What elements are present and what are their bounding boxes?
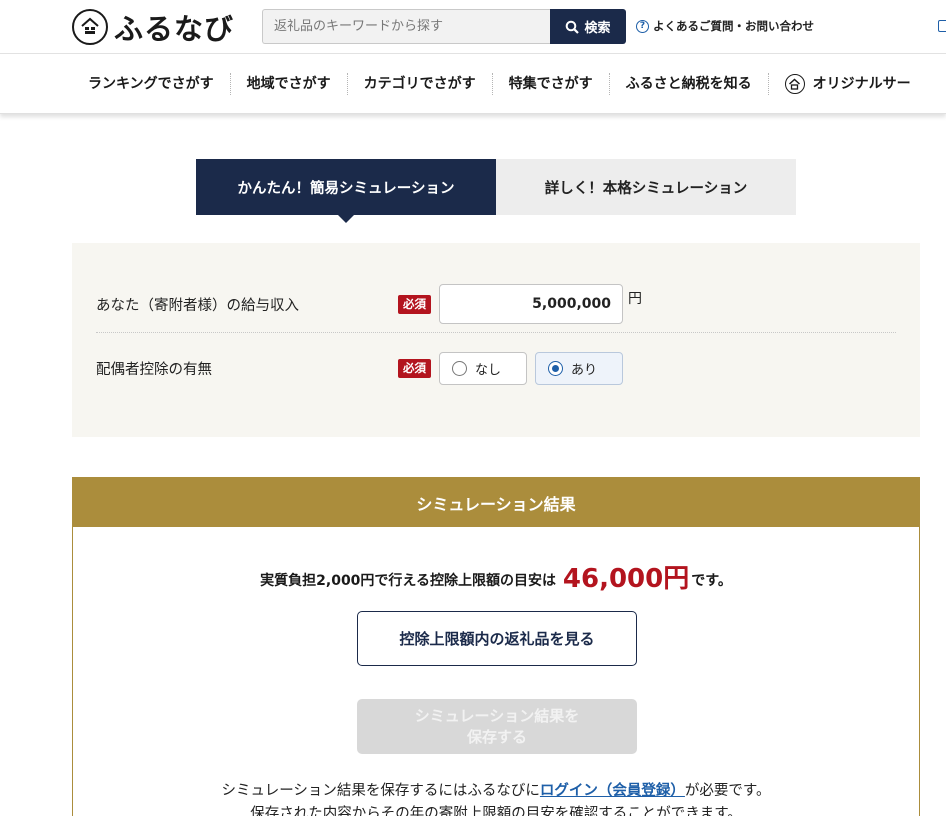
nav-item-ranking[interactable]: ランキングでさがす — [72, 73, 231, 95]
search-input[interactable] — [262, 9, 550, 44]
site-header: ふるなび 検索 ? よくあるご質問・お問い合わせ — [0, 0, 946, 54]
deduction-limit-amount: 46,000円 — [562, 564, 690, 594]
salary-row: あなた（寄附者様）の給与収入 必須 円 — [96, 284, 896, 324]
result-summary: 実質負担2,000円で行える控除上限額の目安は 46,000円 です。 — [260, 564, 732, 594]
spouse-row: 配偶者控除の有無 必須 なし あり — [96, 351, 896, 385]
search-button[interactable]: 検索 — [550, 9, 626, 44]
site-logo[interactable]: ふるなび — [72, 8, 234, 46]
logo-text: ふるなび — [114, 12, 235, 46]
salary-input[interactable] — [439, 284, 623, 324]
nav-item-feature[interactable]: 特集でさがす — [493, 73, 610, 95]
required-badge: 必須 — [398, 358, 431, 378]
nav-item-category[interactable]: カテゴリでさがす — [348, 73, 493, 95]
nav-item-region[interactable]: 地域でさがす — [231, 73, 348, 95]
spouse-label: 配偶者控除の有無 — [96, 361, 212, 378]
furunavi-original-icon — [784, 74, 805, 94]
option-no-label: なし — [475, 362, 502, 378]
save-result-button[interactable]: シミュレーション結果を 保存する — [357, 699, 637, 754]
search-button-label: 検索 — [584, 21, 611, 36]
spouse-option-yes[interactable]: あり — [535, 351, 623, 385]
search-icon — [566, 20, 580, 34]
nav-item-original[interactable]: オリジナルサー — [769, 73, 927, 95]
question-icon: ? — [636, 19, 649, 33]
salary-label: あなた（寄附者様）の給与収入 — [96, 297, 299, 314]
view-gifts-within-limit-button[interactable]: 控除上限額内の返礼品を見る — [357, 611, 637, 666]
simulation-result: シミュレーション結果 実質負担2,000円で行える控除上限額の目安は 46,00… — [72, 477, 920, 816]
spouse-option-no[interactable]: なし — [439, 351, 527, 385]
global-nav: ランキングでさがす 地域でさがす カテゴリでさがす 特集でさがす ふるさと納税を… — [0, 54, 946, 114]
simulation-tabs: かんたん！簡易シミュレーション 詳しく！本格シミュレーション — [196, 159, 796, 223]
login-link[interactable]: ログイン（会員登録） — [540, 783, 685, 799]
radio-unchecked-icon — [452, 360, 467, 376]
tab-simple-simulation[interactable]: かんたん！簡易シミュレーション — [196, 159, 496, 223]
nav-item-about[interactable]: ふるさと納税を知る — [610, 73, 769, 95]
radio-checked-icon — [548, 360, 563, 376]
tab-detailed-simulation[interactable]: 詳しく！本格シミュレーション — [496, 159, 796, 215]
row-divider — [96, 332, 896, 333]
yen-unit: 円 — [628, 291, 642, 307]
search-bar: 検索 — [262, 9, 626, 44]
simulation-form: あなた（寄附者様）の給与収入 必須 円 配偶者控除の有無 必須 なし あり — [72, 243, 920, 437]
faq-link[interactable]: ? よくあるご質問・お問い合わせ — [636, 18, 814, 34]
save-note: シミュレーション結果を保存するにはふるなびにログイン（会員登録）が必要です。 保… — [221, 783, 771, 816]
required-badge: 必須 — [398, 294, 431, 314]
faq-link-label: よくあるご質問・お問い合わせ — [653, 19, 814, 33]
furunavi-logo-icon — [72, 9, 108, 45]
mypage-icon[interactable] — [938, 20, 946, 32]
result-title: シミュレーション結果 — [73, 478, 919, 527]
option-yes-label: あり — [571, 362, 598, 378]
